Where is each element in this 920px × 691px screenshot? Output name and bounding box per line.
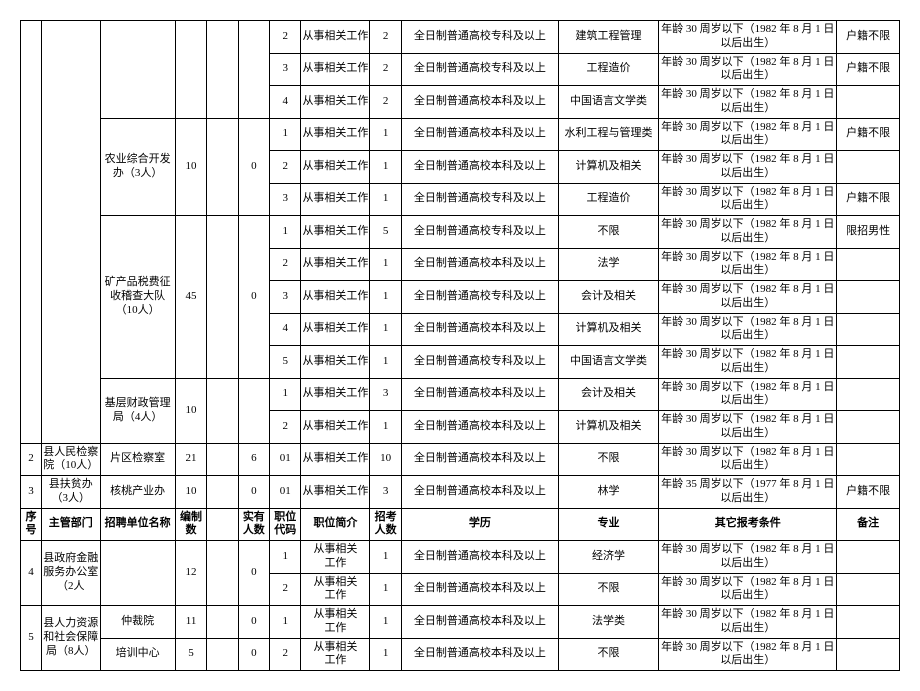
header-row: 序号 主管部门 招聘单位名称 编制数 实有人数 职位代码 职位简介 招考人数 学… [21,508,900,541]
table-row: 2 县人民检察院（10人） 片区检察室 21 6 01 从事相关工作 10 全日… [21,443,900,476]
col-estab: 编制数 [175,508,206,541]
table-row: 4 县政府金融服务办公室（2人 12 0 1 从事相关 工作 1 全日制普通高校… [21,541,900,574]
dept-name: 县政府金融服务办公室（2人 [41,541,100,606]
major: 建筑工程管理 [558,21,658,54]
col-actual: 实有人数 [238,508,269,541]
unit-name: 培训中心 [100,638,175,671]
seq-num: 3 [21,476,42,509]
table-row: 矿产品税费征收稽查大队（10人） 45 0 1 从事相关工作 5 全日制普通高校… [21,216,900,249]
unit-name: 核桃产业办 [100,476,175,509]
col-unit: 招聘单位名称 [100,508,175,541]
seq-num: 5 [21,606,42,671]
col-major: 专业 [558,508,658,541]
col-seq: 序号 [21,508,42,541]
table-row: 培训中心 5 0 2 从事相关 工作 1 全日制普通高校本科及以上 不限 年龄 … [21,638,900,671]
remark: 户籍不限 [837,21,900,54]
seq-num: 2 [21,443,42,476]
table-row: 3 县扶贫办（3人） 核桃产业办 10 0 01 从事相关工作 3 全日制普通高… [21,476,900,509]
unit-name: 农业综合开发办（3人） [100,118,175,216]
recruitment-table: 2 从事相关工作 2 全日制普通高校专科及以上 建筑工程管理 年龄 30 周岁以… [20,20,900,671]
col-posdesc: 职位简介 [301,508,370,541]
table-row: 农业综合开发办（3人） 10 0 1 从事相关工作 1 全日制普通高校本科及以上… [21,118,900,151]
unit-name: 片区检察室 [100,443,175,476]
unit-name: 仲裁院 [100,606,175,639]
col-other: 其它报考条件 [659,508,837,541]
col-dept: 主管部门 [41,508,100,541]
col-remark: 备注 [837,508,900,541]
col-poscode: 职位代码 [270,508,301,541]
dept-name: 县扶贫办（3人） [41,476,100,509]
col-edu: 学历 [401,508,558,541]
unit-name: 矿产品税费征收稽查大队（10人） [100,216,175,379]
edu: 全日制普通高校专科及以上 [401,21,558,54]
col-recruit: 招考人数 [370,508,401,541]
seq-num: 4 [21,541,42,606]
table-row: 5 县人力资源和社会保障局（8人） 仲裁院 11 0 1 从事相关 工作 1 全… [21,606,900,639]
dept-name: 县人力资源和社会保障局（8人） [41,606,100,671]
unit-name: 基层财政管理局（4人） [100,378,175,443]
table-row: 2 从事相关工作 2 全日制普通高校专科及以上 建筑工程管理 年龄 30 周岁以… [21,21,900,54]
pos-code: 2 [270,21,301,54]
other-cond: 年龄 30 周岁以下（1982 年 8 月 1 日以后出生） [659,21,837,54]
recruit-num: 2 [370,21,401,54]
pos-desc: 从事相关工作 [301,21,370,54]
dept-name: 县人民检察院（10人） [41,443,100,476]
table-row: 基层财政管理局（4人） 10 1 从事相关工作 3 全日制普通高校本科及以上 会… [21,378,900,411]
